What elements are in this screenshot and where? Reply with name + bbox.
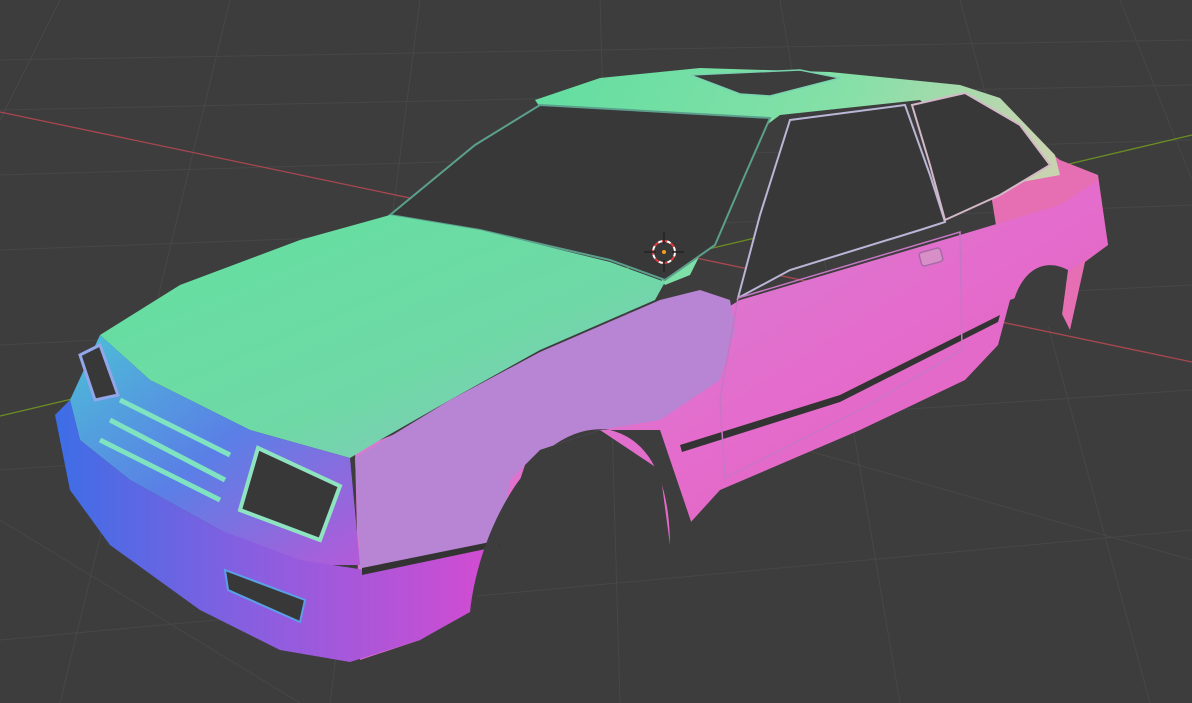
3d-viewport[interactable] xyxy=(0,0,1192,703)
viewport-canvas[interactable] xyxy=(0,0,1192,703)
